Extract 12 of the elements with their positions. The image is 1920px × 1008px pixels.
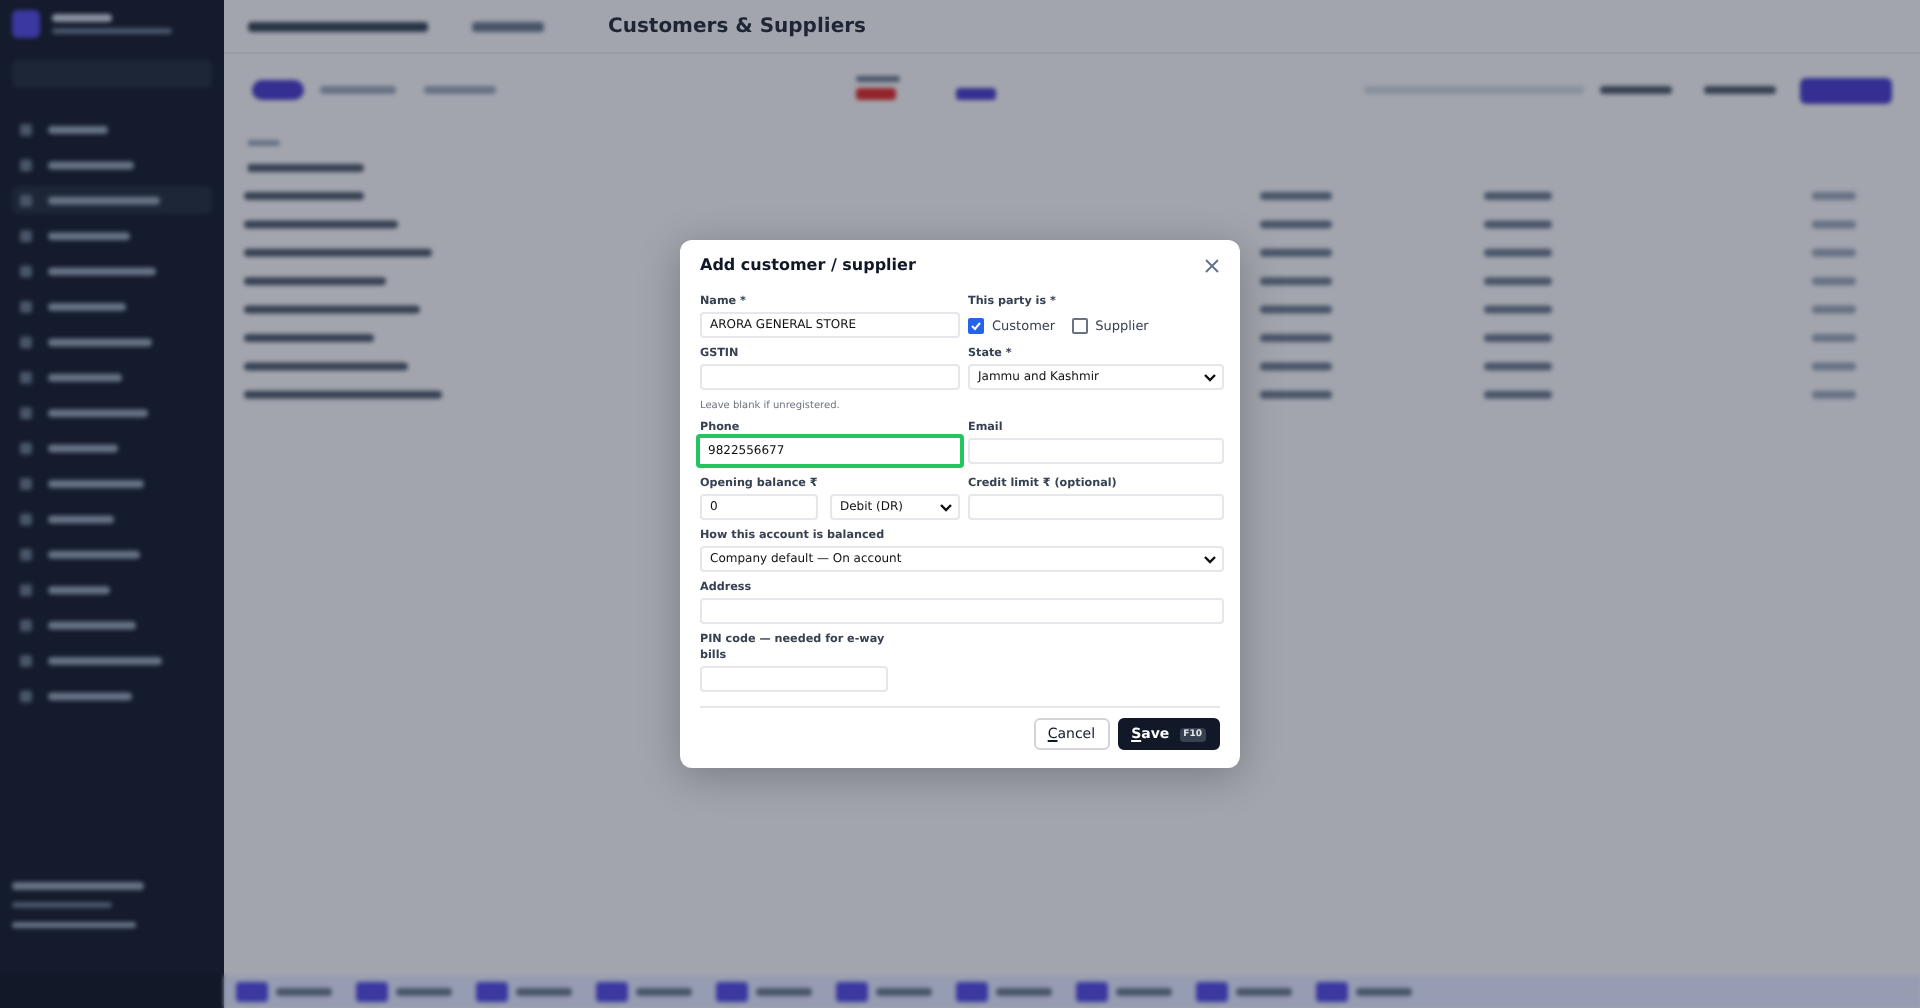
chevron-down-icon <box>940 504 952 512</box>
check-icon <box>970 319 982 331</box>
pin-code-field[interactable] <box>700 666 888 692</box>
address-field[interactable] <box>700 598 1224 624</box>
email-field[interactable] <box>968 438 1224 464</box>
gstin-field[interactable] <box>700 364 960 390</box>
close-icon[interactable] <box>1204 257 1220 273</box>
page-title: Customers & Suppliers <box>608 15 866 37</box>
dialog-title: Add customer / supplier <box>700 256 916 274</box>
chevron-down-icon <box>1204 556 1216 564</box>
chevron-down-icon <box>1204 374 1216 382</box>
credit-limit-field[interactable] <box>968 494 1224 520</box>
